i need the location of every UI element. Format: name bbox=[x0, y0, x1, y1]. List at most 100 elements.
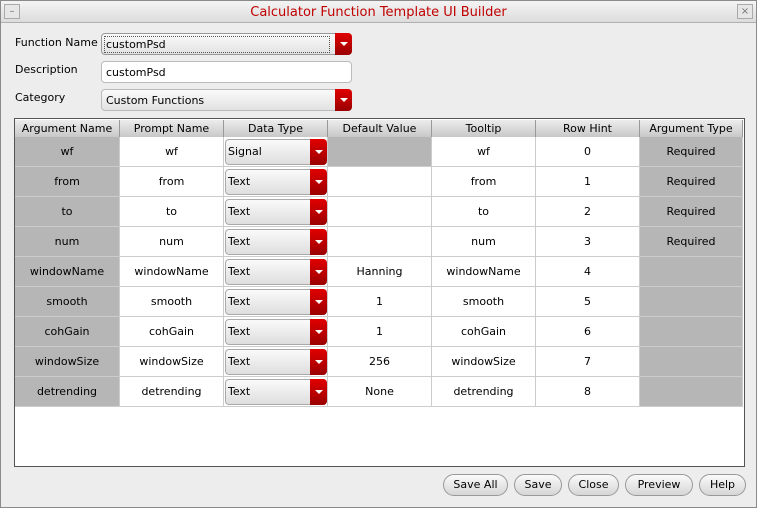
cell-default-value[interactable] bbox=[328, 227, 432, 257]
header-tooltip[interactable]: Tooltip bbox=[432, 120, 536, 137]
description-input[interactable]: customPsd bbox=[101, 61, 352, 83]
cell-argument-name[interactable]: windowSize bbox=[15, 347, 120, 377]
cell-argument-name[interactable]: detrending bbox=[15, 377, 120, 407]
cell-argument-type[interactable] bbox=[640, 257, 743, 287]
data-type-combo[interactable]: Text bbox=[225, 319, 327, 345]
cell-prompt-name[interactable]: num bbox=[120, 227, 224, 257]
data-type-combo[interactable]: Signal bbox=[225, 139, 327, 165]
cell-argument-name[interactable]: num bbox=[15, 227, 120, 257]
cell-data-type[interactable]: Text bbox=[224, 257, 328, 287]
cell-row-hint[interactable]: 2 bbox=[536, 197, 640, 227]
cell-argument-name[interactable]: windowName bbox=[15, 257, 120, 287]
category-combo[interactable]: Custom Functions bbox=[101, 89, 352, 111]
cell-argument-name[interactable]: wf bbox=[15, 137, 120, 167]
cell-data-type[interactable]: Text bbox=[224, 317, 328, 347]
data-type-combo[interactable]: Text bbox=[225, 169, 327, 195]
chevron-down-icon[interactable] bbox=[310, 169, 327, 195]
cell-argument-type[interactable]: Required bbox=[640, 227, 743, 257]
cell-tooltip[interactable]: detrending bbox=[432, 377, 536, 407]
close-window-icon[interactable]: × bbox=[737, 4, 753, 19]
chevron-down-icon[interactable] bbox=[310, 139, 327, 165]
cell-row-hint[interactable]: 7 bbox=[536, 347, 640, 377]
cell-default-value[interactable]: None bbox=[328, 377, 432, 407]
cell-argument-name[interactable]: to bbox=[15, 197, 120, 227]
cell-prompt-name[interactable]: windowName bbox=[120, 257, 224, 287]
cell-data-type[interactable]: Text bbox=[224, 227, 328, 257]
cell-tooltip[interactable]: to bbox=[432, 197, 536, 227]
cell-row-hint[interactable]: 1 bbox=[536, 167, 640, 197]
chevron-down-icon[interactable] bbox=[310, 379, 327, 405]
chevron-down-icon[interactable] bbox=[310, 199, 327, 225]
cell-default-value[interactable]: 256 bbox=[328, 347, 432, 377]
cell-prompt-name[interactable]: smooth bbox=[120, 287, 224, 317]
cell-tooltip[interactable]: num bbox=[432, 227, 536, 257]
cell-row-hint[interactable]: 3 bbox=[536, 227, 640, 257]
preview-button[interactable]: Preview bbox=[625, 474, 693, 496]
cell-default-value[interactable] bbox=[328, 137, 432, 167]
save-button[interactable]: Save bbox=[514, 474, 562, 496]
cell-prompt-name[interactable]: windowSize bbox=[120, 347, 224, 377]
cell-row-hint[interactable]: 4 bbox=[536, 257, 640, 287]
cell-data-type[interactable]: Text bbox=[224, 287, 328, 317]
header-row-hint[interactable]: Row Hint bbox=[536, 120, 640, 137]
cell-prompt-name[interactable]: detrending bbox=[120, 377, 224, 407]
data-type-combo[interactable]: Text bbox=[225, 259, 327, 285]
cell-argument-type[interactable]: Required bbox=[640, 137, 743, 167]
cell-prompt-name[interactable]: wf bbox=[120, 137, 224, 167]
cell-data-type[interactable]: Signal bbox=[224, 137, 328, 167]
header-argument-type[interactable]: Argument Type bbox=[640, 120, 743, 137]
cell-row-hint[interactable]: 0 bbox=[536, 137, 640, 167]
close-button[interactable]: Close bbox=[568, 474, 619, 496]
cell-default-value[interactable]: 1 bbox=[328, 287, 432, 317]
cell-default-value[interactable] bbox=[328, 197, 432, 227]
cell-argument-name[interactable]: smooth bbox=[15, 287, 120, 317]
chevron-down-icon[interactable] bbox=[310, 319, 327, 345]
cell-row-hint[interactable]: 8 bbox=[536, 377, 640, 407]
cell-prompt-name[interactable]: to bbox=[120, 197, 224, 227]
cell-prompt-name[interactable]: cohGain bbox=[120, 317, 224, 347]
cell-argument-type[interactable] bbox=[640, 377, 743, 407]
data-type-combo[interactable]: Text bbox=[225, 229, 327, 255]
cell-tooltip[interactable]: windowSize bbox=[432, 347, 536, 377]
chevron-down-icon[interactable] bbox=[310, 289, 327, 315]
cell-row-hint[interactable]: 5 bbox=[536, 287, 640, 317]
help-button[interactable]: Help bbox=[699, 474, 746, 496]
cell-tooltip[interactable]: from bbox=[432, 167, 536, 197]
data-type-combo[interactable]: Text bbox=[225, 289, 327, 315]
cell-argument-type[interactable]: Required bbox=[640, 167, 743, 197]
chevron-down-icon[interactable] bbox=[310, 259, 327, 285]
cell-prompt-name[interactable]: from bbox=[120, 167, 224, 197]
cell-row-hint[interactable]: 6 bbox=[536, 317, 640, 347]
cell-data-type[interactable]: Text bbox=[224, 197, 328, 227]
data-type-combo[interactable]: Text bbox=[225, 199, 327, 225]
cell-default-value[interactable]: Hanning bbox=[328, 257, 432, 287]
cell-data-type[interactable]: Text bbox=[224, 167, 328, 197]
cell-argument-type[interactable] bbox=[640, 317, 743, 347]
chevron-down-icon[interactable] bbox=[335, 33, 352, 55]
chevron-down-icon[interactable] bbox=[335, 89, 352, 111]
save-all-button[interactable]: Save All bbox=[443, 474, 508, 496]
cell-data-type[interactable]: Text bbox=[224, 347, 328, 377]
header-data-type[interactable]: Data Type bbox=[224, 120, 328, 137]
cell-argument-type[interactable] bbox=[640, 347, 743, 377]
cell-argument-type[interactable]: Required bbox=[640, 197, 743, 227]
cell-tooltip[interactable]: wf bbox=[432, 137, 536, 167]
header-default-value[interactable]: Default Value bbox=[328, 120, 432, 137]
cell-argument-name[interactable]: from bbox=[15, 167, 120, 197]
chevron-down-icon[interactable] bbox=[310, 349, 327, 375]
cell-tooltip[interactable]: cohGain bbox=[432, 317, 536, 347]
cell-default-value[interactable] bbox=[328, 167, 432, 197]
chevron-down-icon[interactable] bbox=[310, 229, 327, 255]
cell-argument-name[interactable]: cohGain bbox=[15, 317, 120, 347]
data-type-combo[interactable]: Text bbox=[225, 379, 327, 405]
cell-default-value[interactable]: 1 bbox=[328, 317, 432, 347]
header-argument-name[interactable]: Argument Name bbox=[15, 120, 120, 137]
header-prompt-name[interactable]: Prompt Name bbox=[120, 120, 224, 137]
cell-argument-type[interactable] bbox=[640, 287, 743, 317]
cell-data-type[interactable]: Text bbox=[224, 377, 328, 407]
function-name-combo[interactable]: customPsd bbox=[101, 33, 352, 55]
category-value: Custom Functions bbox=[106, 94, 205, 107]
cell-tooltip[interactable]: windowName bbox=[432, 257, 536, 287]
data-type-combo[interactable]: Text bbox=[225, 349, 327, 375]
cell-tooltip[interactable]: smooth bbox=[432, 287, 536, 317]
